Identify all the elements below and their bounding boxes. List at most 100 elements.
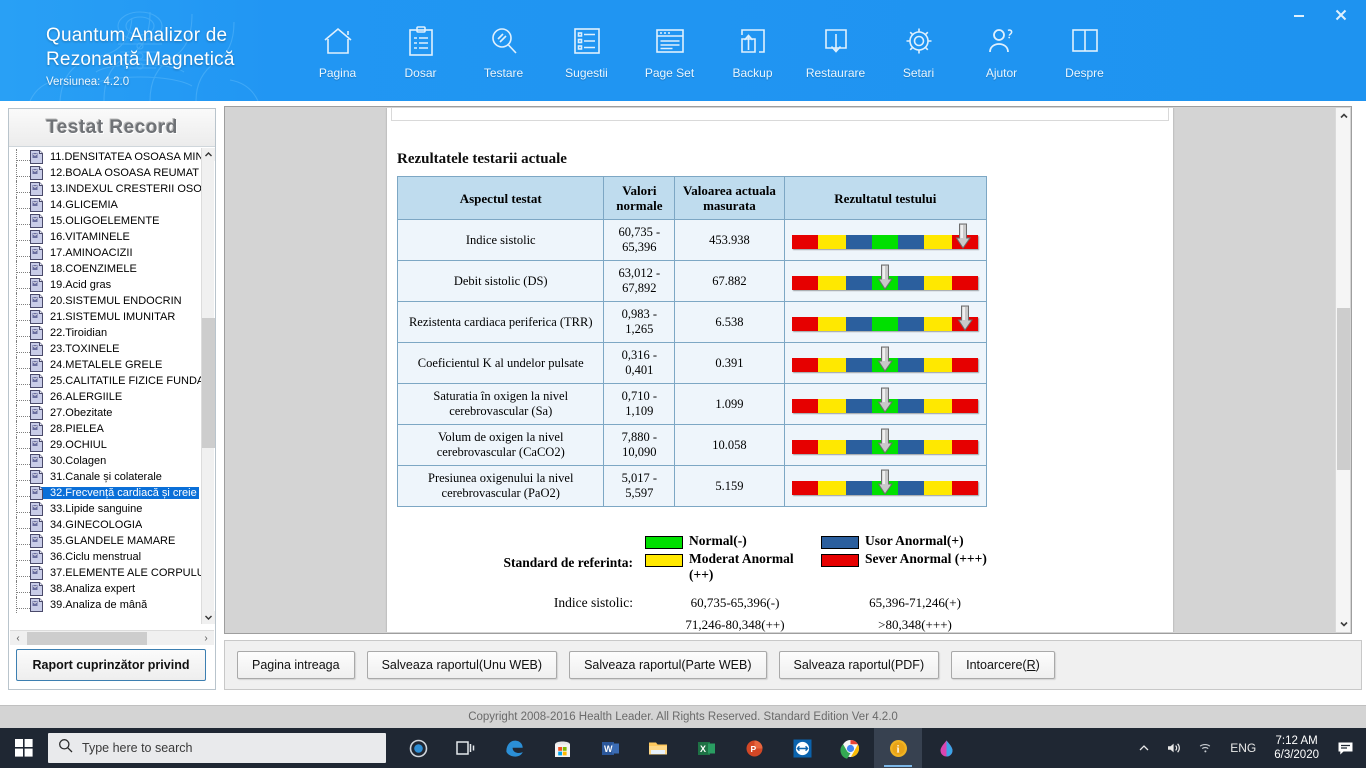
- viewer-vertical-scrollbar[interactable]: [1335, 108, 1350, 632]
- gauge-segment: [952, 399, 979, 413]
- report-button-container: Raport cuprinzător privind: [16, 649, 206, 681]
- tree-item[interactable]: 16.VITAMINELE: [10, 229, 203, 245]
- toolbar-item-setari[interactable]: Setari: [877, 20, 960, 80]
- tree-item[interactable]: 14.GLICEMIA: [10, 197, 203, 213]
- tree-item[interactable]: 31.Canale și colaterale: [10, 469, 203, 485]
- toolbar-item-dosar[interactable]: Dosar: [379, 20, 462, 80]
- legend-swatch: [645, 554, 683, 567]
- chrome-icon[interactable]: [826, 728, 874, 768]
- tree-connector: [16, 576, 30, 577]
- document-icon: [30, 374, 43, 388]
- tree-item[interactable]: 27.Obezitate: [10, 405, 203, 421]
- test-record-tree[interactable]: 11.DENSITATEA OSOASA MIN 12.BOALA OSOASA…: [10, 148, 214, 624]
- toolbar-item-pagina[interactable]: Pagina: [296, 20, 379, 80]
- tree-item[interactable]: 39.Analiza de mână: [10, 597, 203, 613]
- button-return[interactable]: Intoarcere(R): [951, 651, 1055, 679]
- minimize-button[interactable]: [1278, 2, 1320, 28]
- toolbar-item-ajutor[interactable]: Ajutor: [960, 20, 1043, 80]
- task-view-icon[interactable]: [442, 728, 490, 768]
- table-row: Volum de oxigen la nivel cerebrovascular…: [396, 424, 988, 466]
- close-button[interactable]: [1320, 2, 1362, 28]
- tree-item[interactable]: 22.Tiroidian: [10, 325, 203, 341]
- tree-item[interactable]: 33.Lipide sanguine: [10, 501, 203, 517]
- tree-guide-line: [16, 197, 17, 213]
- tree-item[interactable]: 35.GLANDELE MAMARE: [10, 533, 203, 549]
- toolbar-item-sugestii[interactable]: Sugestii: [545, 20, 628, 80]
- teamviewer-icon[interactable]: [778, 728, 826, 768]
- chevron-up-icon[interactable]: [1130, 728, 1158, 768]
- tree-item[interactable]: 17.AMINOACIZII: [10, 245, 203, 261]
- tree-item[interactable]: 20.SISTEMUL ENDOCRIN: [10, 293, 203, 309]
- notification-icon[interactable]: [1329, 728, 1362, 768]
- tree-item[interactable]: 29.OCHIUL: [10, 437, 203, 453]
- tree-item-label: 19.Acid gras: [50, 279, 112, 291]
- tree-item[interactable]: 13.INDEXUL CRESTERII OSOAS: [10, 181, 203, 197]
- toolbar-item-despre[interactable]: Despre: [1043, 20, 1126, 80]
- word-icon[interactable]: W: [586, 728, 634, 768]
- tree-item[interactable]: 34.GINECOLOGIA: [10, 517, 203, 533]
- tree-item[interactable]: 38.Analiza expert: [10, 581, 203, 597]
- language-indicator[interactable]: ENG: [1222, 728, 1264, 768]
- tree-item[interactable]: 11.DENSITATEA OSOASA MIN: [10, 149, 203, 165]
- excel-icon[interactable]: X: [682, 728, 730, 768]
- search-placeholder: Type here to search: [82, 741, 193, 755]
- quantum-analyzer-icon[interactable]: i: [874, 728, 922, 768]
- tree-vertical-scrollbar[interactable]: [201, 148, 215, 624]
- tree-item[interactable]: 24.METALELE GRELE: [10, 357, 203, 373]
- toolbar-item-page-set[interactable]: Page Set: [628, 20, 711, 80]
- volume-icon[interactable]: [1158, 728, 1190, 768]
- tree-item[interactable]: 32.Frecvență cardiacă și creie: [10, 485, 203, 501]
- scroll-up-button[interactable]: [202, 148, 215, 161]
- table-row: Presiunea oxigenului la nivel cerebrovas…: [396, 465, 988, 507]
- file-explorer-icon[interactable]: [634, 728, 682, 768]
- tree-item[interactable]: 23.TOXINELE: [10, 341, 203, 357]
- viewer-scroll-up-button[interactable]: [1336, 108, 1351, 124]
- tree-item[interactable]: 18.COENZIMELE: [10, 261, 203, 277]
- scroll-left-button[interactable]: ‹: [10, 631, 26, 646]
- tree-item[interactable]: 36.Ciclu menstrual: [10, 549, 203, 565]
- gauge-marker-arrow: [877, 469, 894, 495]
- tree-item[interactable]: 21.SISTEMUL IMUNITAR: [10, 309, 203, 325]
- viewer-scroll-thumb[interactable]: [1337, 308, 1350, 470]
- tree-horizontal-scrollbar[interactable]: ‹ ›: [10, 630, 214, 645]
- panel-title: Testat Record: [46, 116, 178, 138]
- tree-item[interactable]: 25.CALITATILE FIZICE FUNDAM: [10, 373, 203, 389]
- button-save-report-part-web[interactable]: Salveaza raportul(Parte WEB): [569, 651, 767, 679]
- gauge-segment: [952, 481, 979, 495]
- viewer-scroll-down-button[interactable]: [1336, 616, 1351, 632]
- tree-item[interactable]: 30.Colagen: [10, 453, 203, 469]
- toolbar-item-backup[interactable]: Backup: [711, 20, 794, 80]
- powerpoint-icon[interactable]: P: [730, 728, 778, 768]
- windows-start-icon[interactable]: [0, 728, 48, 768]
- scroll-right-button[interactable]: ›: [198, 631, 214, 646]
- legend-swatch: [821, 554, 859, 567]
- tree-item[interactable]: 28.PIELEA: [10, 421, 203, 437]
- comprehensive-report-button[interactable]: Raport cuprinzător privind: [16, 649, 206, 681]
- tree-item[interactable]: 19.Acid gras: [10, 277, 203, 293]
- tree-connector: [16, 256, 30, 257]
- tree-item[interactable]: 37.ELEMENTE ALE CORPULUI: [10, 565, 203, 581]
- search-input[interactable]: Type here to search: [48, 733, 386, 763]
- microsoft-store-icon[interactable]: [538, 728, 586, 768]
- cortana-icon[interactable]: [394, 728, 442, 768]
- toolbar-item-testare[interactable]: Testare: [462, 20, 545, 80]
- toolbar-item-restaurare[interactable]: Restaurare: [794, 20, 877, 80]
- button-save-report-one-web[interactable]: Salveaza raportul(Unu WEB): [366, 651, 558, 679]
- app-header: Quantum Analizor de Rezonanță Magnetică …: [0, 0, 1366, 101]
- document-icon: [30, 582, 43, 596]
- paint3d-icon[interactable]: [922, 728, 970, 768]
- tree-connector: [16, 240, 30, 241]
- edge-icon[interactable]: [490, 728, 538, 768]
- tree-item[interactable]: 12.BOALA OSOASA REUMAT: [10, 165, 203, 181]
- tree-item[interactable]: 26.ALERGIILE: [10, 389, 203, 405]
- clock[interactable]: 7:12 AM 6/3/2020: [1264, 728, 1329, 768]
- tree-hscroll-thumb[interactable]: [27, 632, 147, 645]
- tree-item[interactable]: 15.OLIGOELEMENTE: [10, 213, 203, 229]
- button-pagina-intreaga[interactable]: Pagina intreaga: [237, 651, 355, 679]
- scroll-down-button[interactable]: [202, 611, 215, 624]
- legend-text: Normal(-): [689, 533, 747, 548]
- tree-item-label: 20.SISTEMUL ENDOCRIN: [50, 295, 182, 307]
- tree-scroll-thumb[interactable]: [202, 318, 215, 448]
- button-save-report-pdf[interactable]: Salveaza raportul(PDF): [778, 651, 940, 679]
- wifi-icon[interactable]: [1190, 728, 1222, 768]
